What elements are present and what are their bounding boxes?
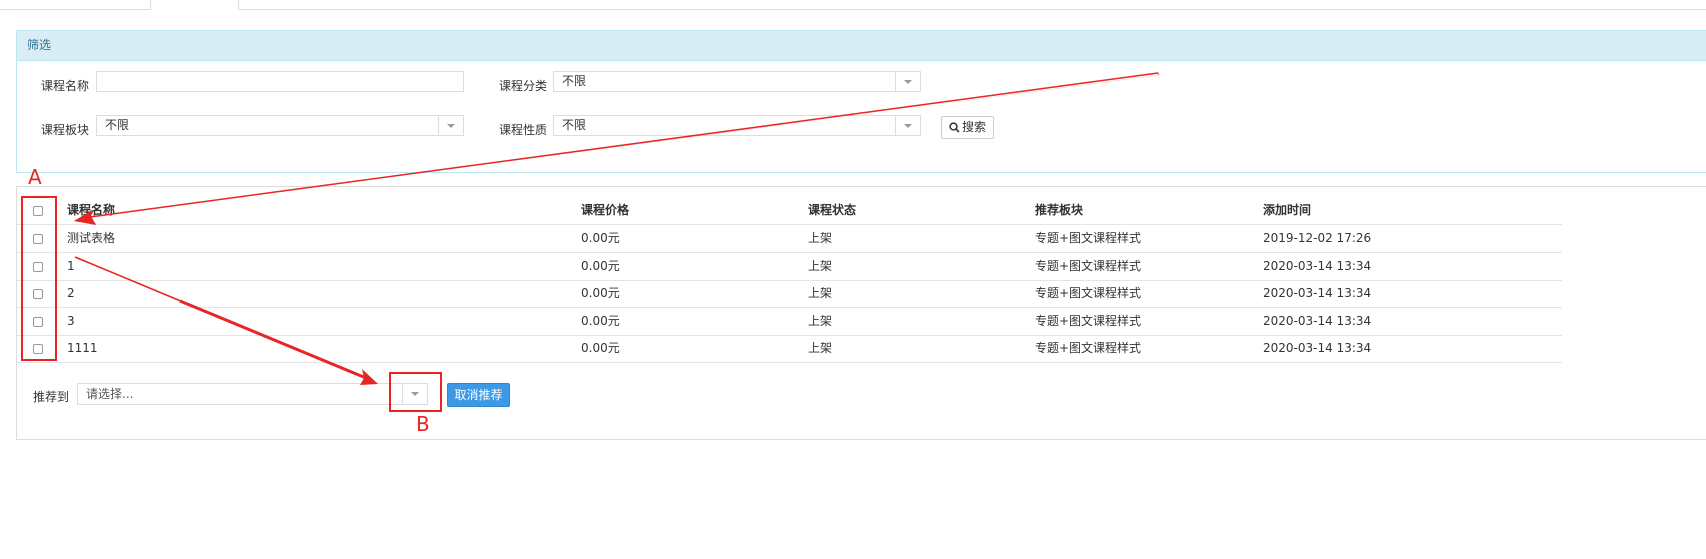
annotation-arrows [74, 72, 1159, 385]
annotation-arrow-b-shaft-thick [179, 299, 367, 380]
annotation-arrow-a-head [74, 210, 96, 225]
annotation-arrow-a-shaft [89, 72, 1159, 218]
